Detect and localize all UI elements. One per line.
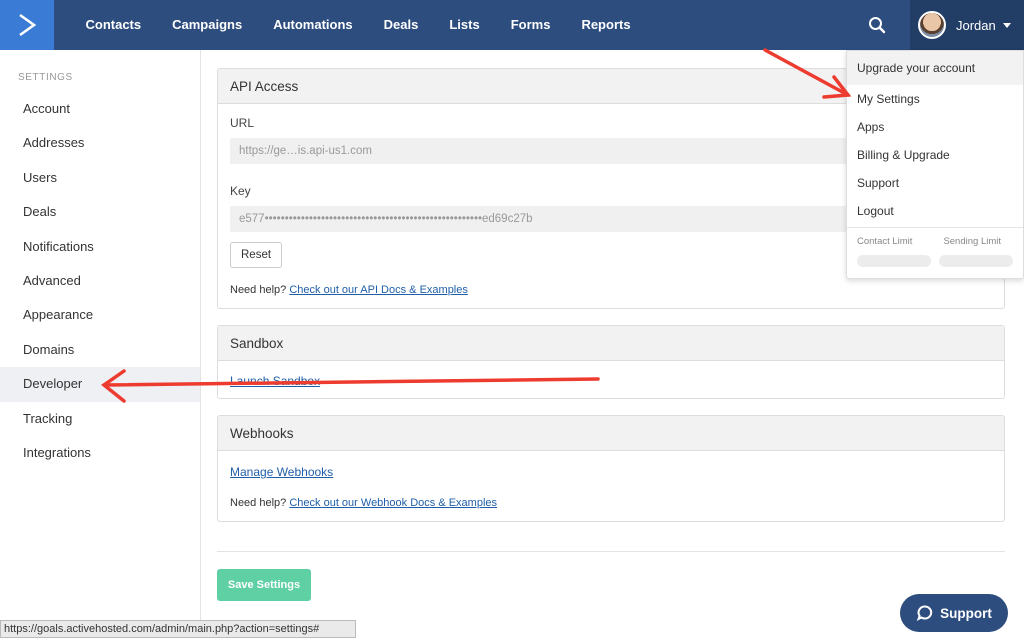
menu-item-my-settings[interactable]: My Settings (847, 85, 1023, 113)
nav-campaigns[interactable]: Campaigns (157, 0, 258, 50)
sidebar-item-users[interactable]: Users (0, 161, 200, 195)
reset-button[interactable]: Reset (230, 242, 283, 268)
panel-title: Webhooks (218, 416, 1004, 451)
help-prefix: Need help? (230, 284, 287, 296)
webhook-help: Need help? Check out our Webhook Docs & … (230, 497, 992, 509)
sandbox-panel: Sandbox Launch Sandbox (217, 325, 1005, 399)
sidebar-item-integrations[interactable]: Integrations (0, 436, 200, 470)
contact-limit-label: Contact Limit (857, 236, 913, 247)
sidebar-item-developer[interactable]: Developer (0, 367, 200, 402)
menu-item-billing[interactable]: Billing & Upgrade (847, 141, 1023, 169)
sidebar-item-tracking[interactable]: Tracking (0, 402, 200, 436)
limits-bars (847, 247, 1023, 267)
settings-sidebar: SETTINGS Account Addresses Users Deals N… (0, 50, 201, 638)
contact-limit-bar (857, 255, 931, 267)
sidebar-heading: SETTINGS (18, 72, 73, 83)
upgrade-account-item[interactable]: Upgrade your account (847, 51, 1023, 85)
user-dropdown-menu: Upgrade your account My Settings Apps Bi… (846, 50, 1024, 279)
nav-automations[interactable]: Automations (258, 0, 368, 50)
user-menu-button[interactable]: Jordan (910, 0, 1024, 50)
sidebar-item-notifications[interactable]: Notifications (0, 230, 200, 264)
nav-forms[interactable]: Forms (495, 0, 566, 50)
menu-item-apps[interactable]: Apps (847, 113, 1023, 141)
launch-sandbox-link[interactable]: Launch Sandbox (230, 374, 320, 388)
avatar (918, 11, 946, 39)
sidebar-item-deals[interactable]: Deals (0, 195, 200, 229)
nav-reports[interactable]: Reports (566, 0, 646, 50)
save-settings-button[interactable]: Save Settings (217, 569, 311, 601)
api-help: Need help? Check out our API Docs & Exam… (230, 284, 992, 296)
sidebar-item-advanced[interactable]: Advanced (0, 264, 200, 298)
nav-lists[interactable]: Lists (434, 0, 495, 50)
app-logo[interactable] (0, 0, 54, 50)
webhooks-panel: Webhooks Manage Webhooks Need help? Chec… (217, 415, 1005, 522)
sidebar-item-appearance[interactable]: Appearance (0, 298, 200, 332)
top-nav: Contacts Campaigns Automations Deals Lis… (0, 0, 1024, 50)
divider (217, 551, 1005, 552)
search-icon (869, 17, 886, 34)
support-chat-button[interactable]: Support (900, 594, 1008, 632)
browser-status-bar: https://goals.activehosted.com/admin/mai… (0, 620, 356, 638)
webhook-docs-link[interactable]: Check out our Webhook Docs & Examples (289, 497, 497, 509)
nav-contacts[interactable]: Contacts (70, 0, 157, 50)
sidebar-item-addresses[interactable]: Addresses (0, 126, 200, 160)
sidebar-item-account[interactable]: Account (0, 92, 200, 126)
nav-right: Jordan (852, 0, 1024, 50)
support-label: Support (940, 605, 992, 621)
limits-labels: Contact Limit Sending Limit (847, 228, 1023, 247)
nav-deals[interactable]: Deals (368, 0, 434, 50)
main-nav: Contacts Campaigns Automations Deals Lis… (70, 0, 646, 50)
sending-limit-bar (939, 255, 1013, 267)
chevron-right-icon (19, 13, 37, 37)
sending-limit-label: Sending Limit (943, 236, 1001, 247)
user-name: Jordan (956, 17, 996, 33)
menu-item-logout[interactable]: Logout (847, 197, 1023, 225)
api-docs-link[interactable]: Check out our API Docs & Examples (289, 284, 468, 296)
menu-item-support[interactable]: Support (847, 169, 1023, 197)
chat-bubble-icon (916, 605, 933, 622)
search-button[interactable] (852, 0, 902, 50)
caret-down-icon (1002, 22, 1011, 28)
help-prefix: Need help? (230, 497, 287, 509)
manage-webhooks-link[interactable]: Manage Webhooks (230, 465, 333, 479)
sidebar-item-domains[interactable]: Domains (0, 333, 200, 367)
panel-title: Sandbox (218, 326, 1004, 361)
